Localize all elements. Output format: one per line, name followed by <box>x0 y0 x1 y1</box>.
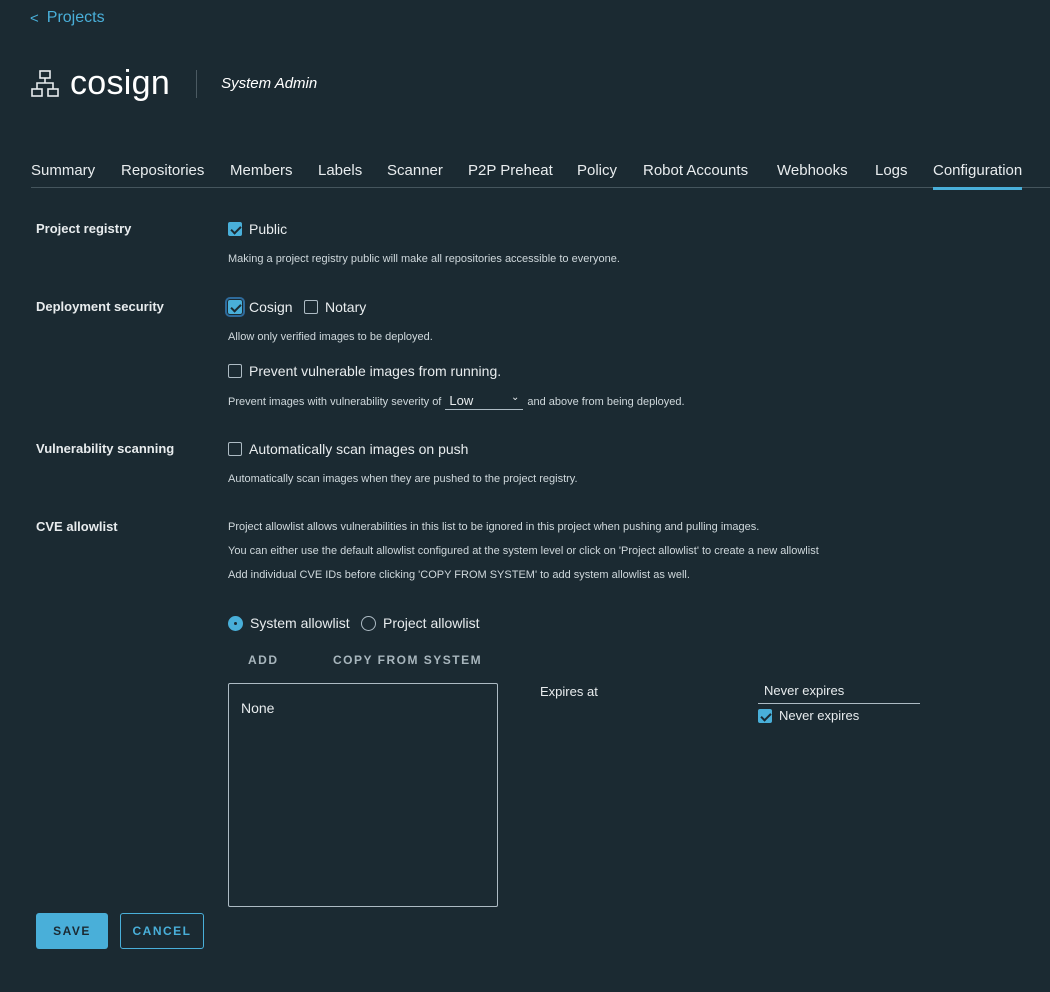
cve-allowlist-label: CVE allowlist <box>36 519 118 534</box>
cancel-button[interactable]: CANCEL <box>120 913 204 949</box>
tab-p2p-preheat[interactable]: P2P Preheat <box>468 162 553 187</box>
never-expires-checkbox[interactable] <box>758 708 772 723</box>
tab-configuration[interactable]: Configuration <box>933 162 1023 190</box>
back-to-projects-link[interactable]: < Projects <box>30 9 105 27</box>
back-link-label: Projects <box>46 9 105 26</box>
title-divider <box>196 69 198 98</box>
notary-checkbox[interactable] <box>304 300 318 314</box>
expires-at-label: Expires at <box>540 684 598 699</box>
notary-checkbox-row[interactable]: Notary <box>304 299 366 315</box>
tab-labels[interactable]: Labels <box>318 162 362 187</box>
project-allowlist-radio[interactable] <box>361 615 376 631</box>
deployment-security-help: Allow only verified images to be deploye… <box>228 331 433 343</box>
tab-logs[interactable]: Logs <box>875 162 908 187</box>
cve-allowlist-desc-1: Project allowlist allows vulnerabilities… <box>228 521 760 533</box>
cve-allowlist-desc-2: You can either use the default allowlist… <box>228 545 819 557</box>
cosign-checkbox[interactable] <box>225 297 245 317</box>
project-tree-icon <box>31 69 59 97</box>
never-expires-checkbox-row[interactable]: Never expires <box>758 708 859 723</box>
notary-label: Notary <box>325 299 367 315</box>
chevron-left-icon: < <box>30 9 39 27</box>
auto-scan-label: Automatically scan images on push <box>249 441 469 457</box>
prevent-vulnerable-label: Prevent vulnerable images from running. <box>249 363 502 379</box>
copy-from-system-button[interactable]: COPY FROM SYSTEM <box>333 653 482 667</box>
chevron-down-icon: ⌄ <box>510 392 520 403</box>
cve-list-box: None <box>228 683 498 907</box>
cosign-label: Cosign <box>249 299 293 315</box>
tab-repositories[interactable]: Repositories <box>121 162 204 187</box>
public-label: Public <box>249 221 288 237</box>
tab-robot-accounts[interactable]: Robot Accounts <box>643 162 748 187</box>
add-cve-button[interactable]: ADD <box>248 653 279 667</box>
prevent-vulnerable-checkbox[interactable] <box>228 364 242 378</box>
severity-select[interactable]: Low ⌄ <box>445 392 524 410</box>
cve-list-empty: None <box>241 700 275 716</box>
project-registry-help: Making a project registry public will ma… <box>228 253 620 265</box>
tab-members[interactable]: Members <box>230 162 293 187</box>
severity-suffix: and above from being deployed. <box>527 395 685 408</box>
tab-scanner[interactable]: Scanner <box>387 162 443 187</box>
never-expires-label: Never expires <box>779 708 860 723</box>
auto-scan-checkbox-row[interactable]: Automatically scan images on push <box>228 441 468 457</box>
project-name: cosign <box>70 64 171 102</box>
project-allowlist-label: Project allowlist <box>383 615 480 631</box>
public-checkbox[interactable] <box>228 222 242 236</box>
severity-prefix: Prevent images with vulnerability severi… <box>228 395 442 408</box>
project-header: cosign System Admin <box>30 64 317 103</box>
save-button[interactable]: SAVE <box>36 913 108 949</box>
cosign-checkbox-row[interactable]: Cosign <box>225 297 293 317</box>
tab-webhooks[interactable]: Webhooks <box>777 162 848 187</box>
tab-policy[interactable]: Policy <box>577 162 617 187</box>
deployment-security-label: Deployment security <box>36 299 164 314</box>
prevent-vulnerable-checkbox-row[interactable]: Prevent vulnerable images from running. <box>228 363 501 379</box>
expires-at-input[interactable]: Never expires <box>758 683 920 704</box>
tab-summary[interactable]: Summary <box>31 162 95 187</box>
project-tabs: Summary Repositories Members Labels Scan… <box>31 160 1050 190</box>
system-allowlist-radio-row[interactable]: System allowlist <box>228 615 350 631</box>
project-allowlist-radio-row[interactable]: Project allowlist <box>361 615 479 631</box>
vulnerability-scanning-help: Automatically scan images when they are … <box>228 473 578 485</box>
cve-allowlist-desc-3: Add individual CVE IDs before clicking '… <box>228 569 690 581</box>
auto-scan-checkbox[interactable] <box>228 442 242 456</box>
vulnerability-scanning-label: Vulnerability scanning <box>36 441 175 456</box>
public-checkbox-row[interactable]: Public <box>228 221 287 237</box>
user-role: System Admin <box>221 75 318 92</box>
system-allowlist-label: System allowlist <box>250 615 350 631</box>
system-allowlist-radio[interactable] <box>228 615 243 631</box>
severity-row: Prevent images with vulnerability severi… <box>228 392 685 410</box>
project-registry-label: Project registry <box>36 221 132 236</box>
severity-value: Low <box>449 393 474 408</box>
